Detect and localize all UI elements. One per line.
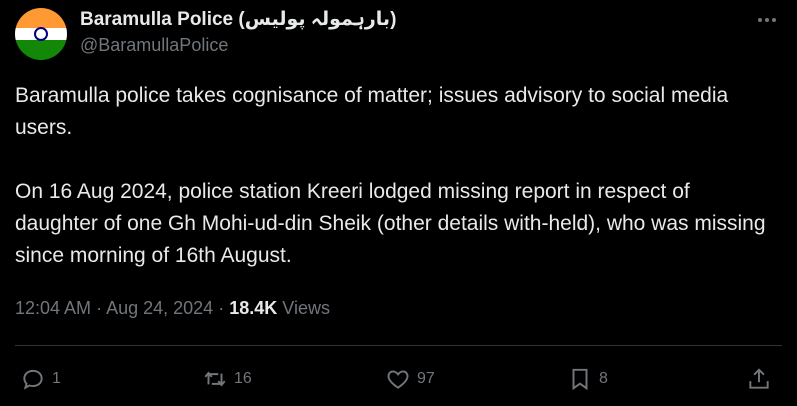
more-dot	[772, 18, 776, 22]
repost-button[interactable]: 16	[202, 364, 252, 394]
reply-count: 1	[52, 370, 61, 387]
heart-icon	[387, 370, 409, 389]
share-button[interactable]	[746, 364, 772, 394]
tweet-header: Baramulla Police (بارہمولہ پولیس) @Baram…	[80, 8, 396, 57]
tweet-card: Baramulla Police (بارہمولہ پولیس) @Baram…	[0, 0, 797, 406]
reply-icon	[23, 369, 43, 390]
tweet-paragraph: Baramulla police takes cognisance of mat…	[15, 84, 729, 139]
views-count: 18.4K	[229, 298, 278, 318]
like-count: 97	[417, 370, 435, 387]
bookmark-icon	[572, 368, 588, 391]
more-horizontal-icon	[758, 18, 762, 22]
tweet-paragraph: On 16 Aug 2024, police station Kreeri lo…	[15, 180, 766, 267]
author-handle[interactable]: @BaramullaPolice	[80, 33, 396, 57]
divider	[15, 345, 782, 346]
repost-icon	[204, 371, 226, 387]
like-button[interactable]: 97	[385, 364, 435, 394]
tweet-meta: 12:04 AM · Aug 24, 2024 · 18.4K Views	[15, 296, 330, 320]
action-bar: 1 16 97 8	[20, 364, 780, 394]
share-icon	[749, 368, 769, 389]
bookmark-count: 8	[599, 370, 608, 387]
meta-separator: ·	[96, 298, 103, 318]
avatar[interactable]	[15, 8, 67, 60]
tweet-text: Baramulla police takes cognisance of mat…	[15, 80, 775, 272]
author-display-name[interactable]: Baramulla Police (بارہمولہ پولیس)	[80, 8, 396, 32]
tweet-date[interactable]: Aug 24, 2024	[106, 298, 213, 318]
views-label: Views	[282, 298, 330, 318]
tweet-time[interactable]: 12:04 AM	[15, 298, 91, 318]
more-dot	[765, 18, 769, 22]
flag-chakra	[34, 27, 48, 41]
meta-separator: ·	[218, 298, 225, 318]
repost-count: 16	[234, 370, 252, 387]
bookmark-button[interactable]: 8	[567, 364, 608, 394]
more-options-button[interactable]	[755, 10, 779, 30]
reply-button[interactable]: 1	[20, 364, 61, 394]
